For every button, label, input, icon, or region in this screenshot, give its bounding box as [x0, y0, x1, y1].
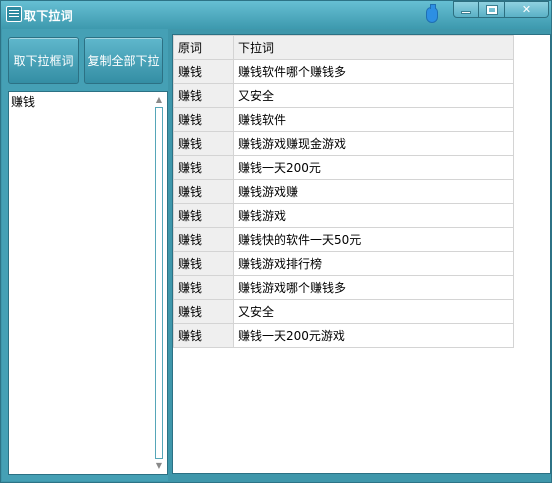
left-panel: 取下拉框词 复制全部下拉 赚钱 ▲ ▼	[2, 29, 168, 481]
table-row[interactable]: 赚钱 又安全	[173, 299, 514, 324]
table-row[interactable]: 赚钱 赚钱一天200元	[173, 155, 514, 180]
fetch-suggestions-button[interactable]: 取下拉框词	[8, 37, 79, 84]
cell-suggestion[interactable]: 赚钱游戏哪个赚钱多	[233, 275, 514, 300]
cell-source-word[interactable]: 赚钱	[173, 59, 234, 84]
cell-source-word[interactable]: 赚钱	[173, 275, 234, 300]
table-row[interactable]: 赚钱 赚钱游戏赚现金游戏	[173, 131, 514, 156]
vertical-scrollbar[interactable]: ▲ ▼	[152, 93, 166, 473]
cell-suggestion[interactable]: 赚钱游戏排行榜	[233, 251, 514, 276]
maximize-icon	[485, 4, 498, 15]
table-row[interactable]: 赚钱 赚钱快的软件一天50元	[173, 227, 514, 252]
cell-source-word[interactable]: 赚钱	[173, 131, 234, 156]
cell-suggestion[interactable]: 赚钱快的软件一天50元	[233, 227, 514, 252]
keyword-input-text: 赚钱	[11, 95, 36, 109]
app-list-icon	[6, 6, 22, 22]
cell-source-word[interactable]: 赚钱	[173, 83, 234, 108]
table-row[interactable]: 赚钱 赚钱软件	[173, 107, 514, 132]
table-row[interactable]: 赚钱 赚钱一天200元游戏	[173, 323, 514, 348]
title-bar[interactable]: 取下拉词 ✕	[1, 1, 551, 29]
table-row[interactable]: 赚钱 赚钱软件哪个赚钱多	[173, 59, 514, 84]
cell-suggestion[interactable]: 赚钱软件哪个赚钱多	[233, 59, 514, 84]
table-row[interactable]: 赚钱 赚钱游戏排行榜	[173, 251, 514, 276]
copy-all-button[interactable]: 复制全部下拉	[84, 37, 163, 84]
results-table: 原词 下拉词 赚钱 赚钱软件哪个赚钱多 赚钱 又安全 赚钱 赚钱软件 赚钱 赚钱游戏赚现金游戏…	[173, 35, 514, 348]
table-row[interactable]: 赚钱 赚钱游戏	[173, 203, 514, 228]
maximize-button[interactable]	[479, 1, 505, 18]
minimize-icon	[461, 10, 471, 14]
cell-suggestion[interactable]: 赚钱一天200元游戏	[233, 323, 514, 348]
keyword-input[interactable]: 赚钱 ▲ ▼	[8, 91, 168, 475]
cell-source-word[interactable]: 赚钱	[173, 107, 234, 132]
cell-source-word[interactable]: 赚钱	[173, 227, 234, 252]
cell-source-word[interactable]: 赚钱	[173, 203, 234, 228]
window-title: 取下拉词	[24, 9, 73, 23]
cell-source-word[interactable]: 赚钱	[173, 299, 234, 324]
header-suggestion[interactable]: 下拉词	[233, 35, 514, 60]
scrollbar-track[interactable]	[155, 107, 163, 459]
table-row[interactable]: 赚钱 赚钱游戏哪个赚钱多	[173, 275, 514, 300]
app-window: 取下拉词 ✕ 取下拉框词 复制全部下拉 赚钱 ▲ ▼ 原词 下拉词 赚钱 赚钱软…	[0, 0, 552, 483]
cell-suggestion[interactable]: 又安全	[233, 83, 514, 108]
cell-source-word[interactable]: 赚钱	[173, 155, 234, 180]
header-source-word[interactable]: 原词	[173, 35, 234, 60]
results-grid[interactable]: 原词 下拉词 赚钱 赚钱软件哪个赚钱多 赚钱 又安全 赚钱 赚钱软件 赚钱 赚钱游戏赚现金游戏…	[172, 34, 551, 474]
window-controls: ✕	[453, 1, 549, 19]
cell-source-word[interactable]: 赚钱	[173, 179, 234, 204]
cell-suggestion[interactable]: 赚钱软件	[233, 107, 514, 132]
table-row[interactable]: 赚钱 赚钱游戏赚	[173, 179, 514, 204]
cell-suggestion[interactable]: 赚钱游戏赚现金游戏	[233, 131, 514, 156]
skin-icon[interactable]	[426, 4, 438, 23]
scroll-up-icon[interactable]: ▲	[153, 94, 165, 106]
minimize-button[interactable]	[453, 1, 479, 18]
close-button[interactable]: ✕	[505, 1, 549, 18]
table-row[interactable]: 赚钱 又安全	[173, 83, 514, 108]
cell-suggestion[interactable]: 赚钱游戏	[233, 203, 514, 228]
cell-suggestion[interactable]: 赚钱一天200元	[233, 155, 514, 180]
cell-source-word[interactable]: 赚钱	[173, 251, 234, 276]
cell-suggestion[interactable]: 又安全	[233, 299, 514, 324]
close-icon: ✕	[521, 3, 532, 16]
table-header-row: 原词 下拉词	[173, 35, 514, 60]
cell-source-word[interactable]: 赚钱	[173, 323, 234, 348]
scroll-down-icon[interactable]: ▼	[153, 460, 165, 472]
cell-suggestion[interactable]: 赚钱游戏赚	[233, 179, 514, 204]
